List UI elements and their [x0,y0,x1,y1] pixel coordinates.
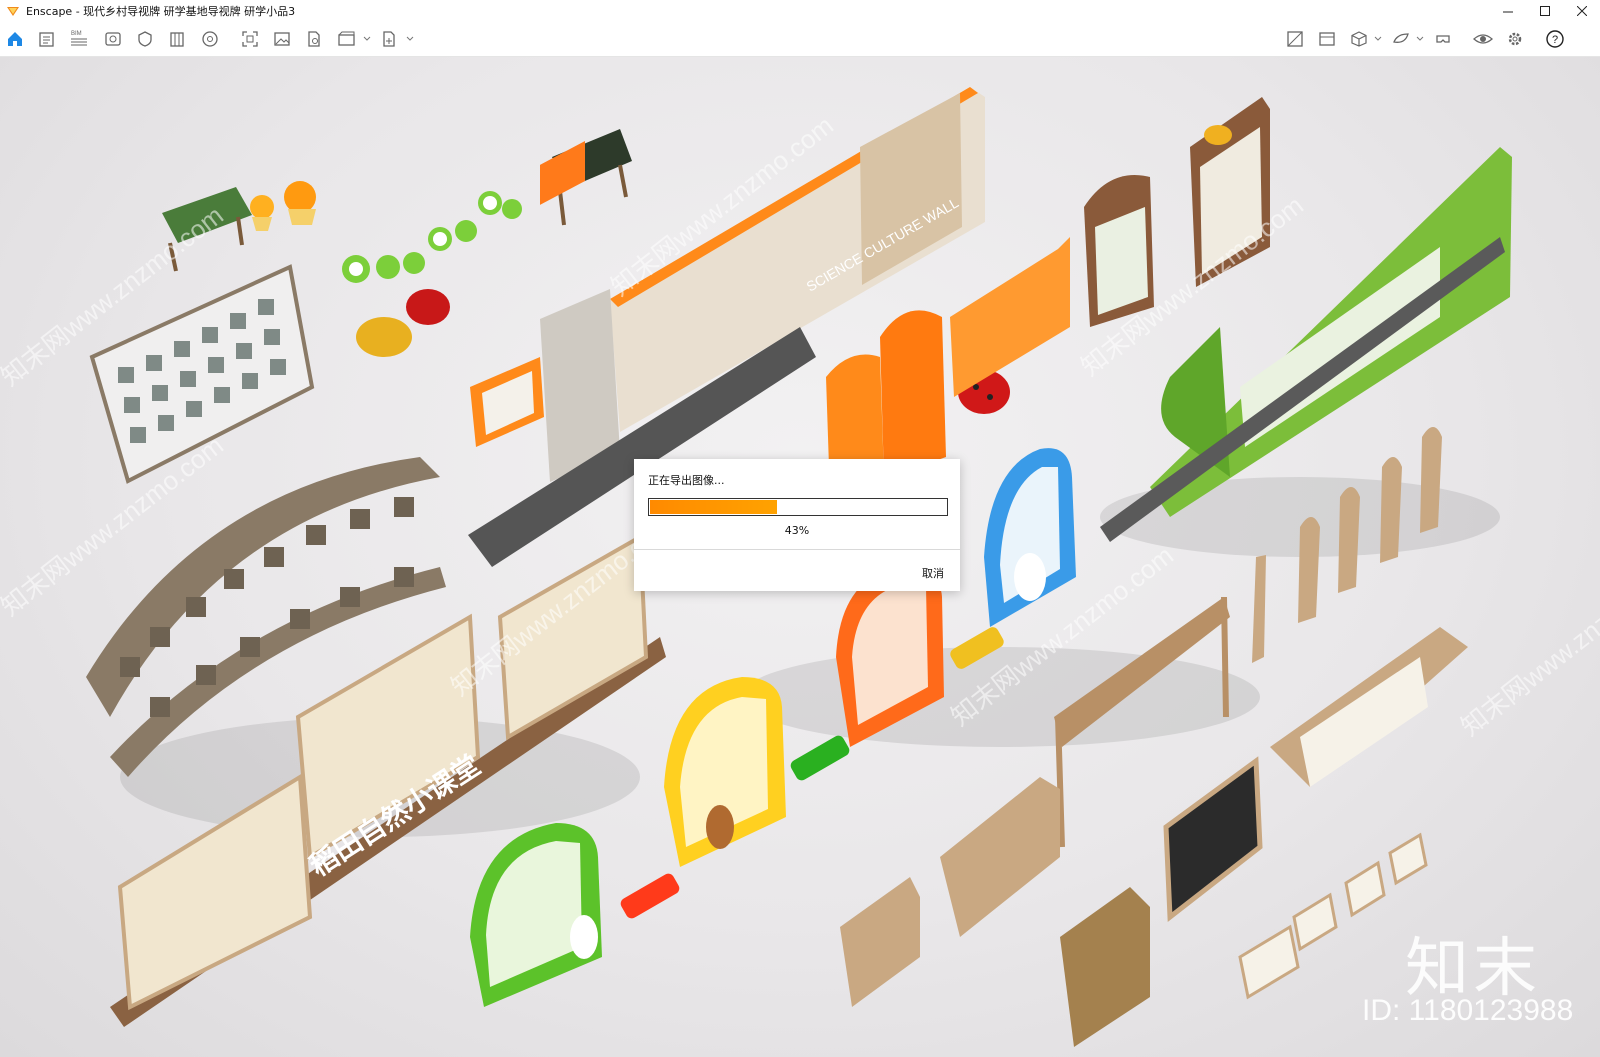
cube-dropdown-icon[interactable] [1374,36,1382,42]
svg-text:?: ? [1552,34,1558,46]
library-button[interactable] [166,28,188,50]
file-icon [308,31,320,47]
export-dropdown-icon[interactable] [406,36,414,42]
home-button[interactable] [4,28,26,50]
green-photo-frame [470,823,602,1007]
material-icon [202,31,218,47]
document-button[interactable] [36,28,58,50]
bim-button[interactable]: BIM [68,28,90,50]
view-icon [105,32,121,46]
yellow-photo-frame [664,677,786,867]
vr-icon [1436,35,1450,43]
compare-icon [1287,31,1303,47]
cancel-button[interactable]: 取消 [922,565,944,581]
cube-icon [1351,31,1367,47]
library-icon [170,32,184,47]
asset-icon [1393,33,1409,43]
cube-button[interactable] [1348,28,1370,50]
toolbar: BIM ? [0,22,1600,57]
maximize-icon [1539,6,1550,16]
close-button[interactable] [1563,0,1600,22]
view-button[interactable] [102,28,124,50]
title-bar: Enscape - 现代乡村导视牌 研学基地导视牌 研学小品3 [0,0,1600,22]
panorama-icon [1319,32,1335,46]
progress-percent-label: 43% [784,524,810,537]
compare-button[interactable] [1284,28,1306,50]
file-button[interactable] [303,28,325,50]
asset-button[interactable] [1390,28,1412,50]
watermark-id: ID: 1180123988 [1362,994,1574,1027]
home-icon [8,32,22,46]
wooden-cabin-boards [840,756,1263,1047]
export-progress-dialog: 正在导出图像... 43% 取消 [634,459,960,591]
minimize-button[interactable] [1489,0,1526,22]
video-button[interactable] [336,28,358,50]
dialog-title: 正在导出图像... [648,474,725,487]
asset-dropdown-icon[interactable] [1416,36,1424,42]
export-button[interactable] [378,28,400,50]
eye-button[interactable] [1472,28,1494,50]
bim-icon: BIM [71,31,87,46]
image-icon [274,32,290,46]
minimize-icon [1502,11,1513,13]
blue-photo-frame [984,448,1076,627]
eye-icon [1473,34,1493,44]
screenshot-button[interactable] [239,28,261,50]
enscape-logo-icon [7,7,19,16]
document-icon [39,32,54,47]
small-placards [1238,832,1428,1000]
shield-icon [138,31,152,47]
settings-icon [1508,32,1522,46]
image-button[interactable] [271,28,293,50]
progress-bar [648,498,948,516]
orange-character-signs [250,181,316,231]
screenshot-icon [242,31,258,47]
wooden-log-board [1270,627,1468,787]
material-button[interactable] [199,28,221,50]
panorama-button[interactable] [1316,28,1338,50]
svg-text:BIM: BIM [71,31,82,37]
close-icon [1576,6,1587,16]
help-icon: ? [1546,30,1564,48]
flower-signs [342,191,522,283]
video-dropdown-icon[interactable] [363,36,371,42]
vr-button[interactable] [1432,28,1454,50]
shield-button[interactable] [134,28,156,50]
help-button[interactable]: ? [1544,28,1566,50]
dialog-divider [634,549,960,550]
video-icon [338,31,355,46]
settings-button[interactable] [1504,28,1526,50]
maximize-button[interactable] [1526,0,1563,22]
export-icon [383,31,395,47]
progress-fill [650,500,777,514]
window-controls [1489,0,1600,22]
window-title: Enscape - 现代乡村导视牌 研学基地导视牌 研学小品3 [26,5,296,18]
watermark-diagonal-7: 知末网www.znzmo.com [1455,550,1600,742]
